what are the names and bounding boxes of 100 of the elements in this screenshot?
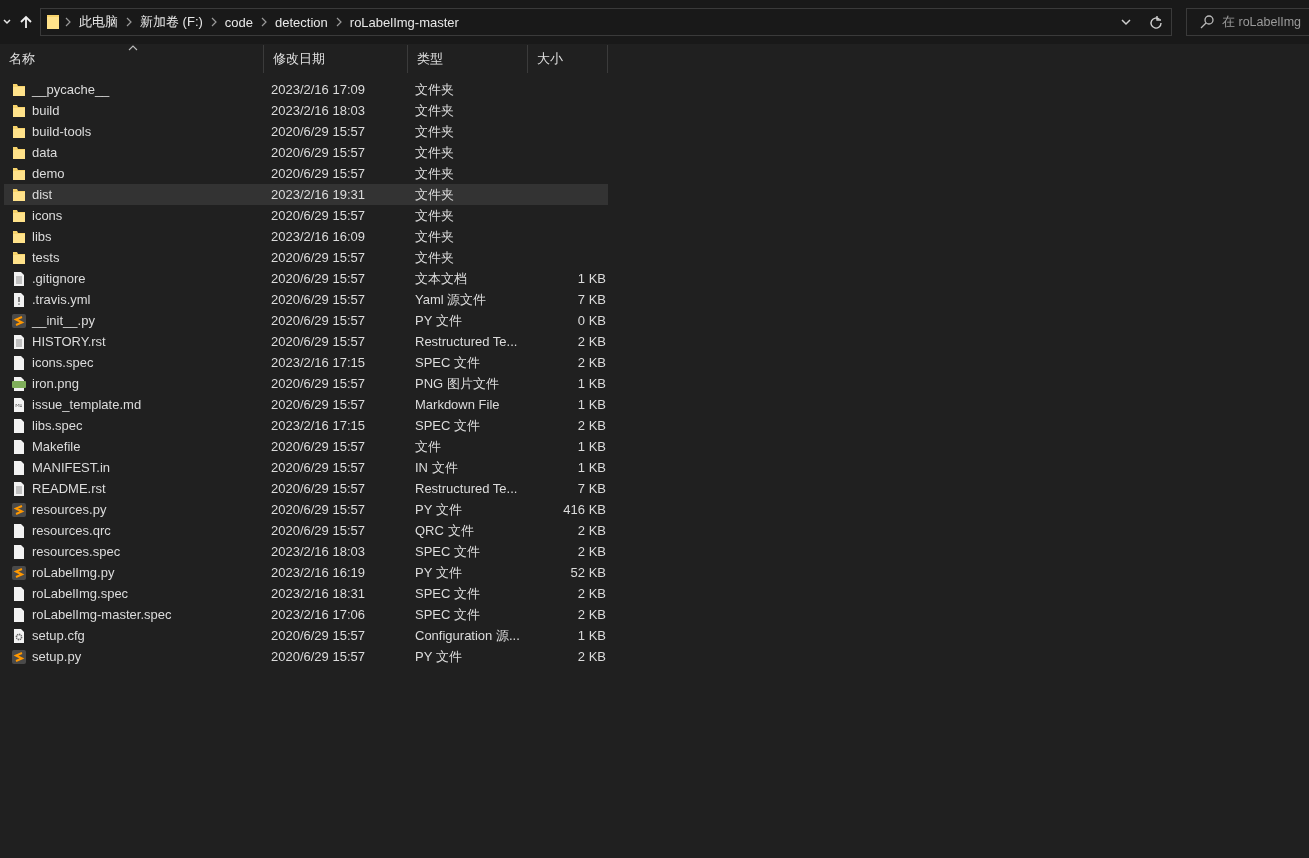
file-row[interactable]: __pycache__ 2023/2/16 17:09 文件夹 — [4, 79, 608, 100]
file-row[interactable]: resources.py 2020/6/29 15:57 PY 文件 416 KB — [4, 499, 608, 520]
file-row[interactable]: .travis.yml 2020/6/29 15:57 Yaml 源文件 7 KB — [4, 289, 608, 310]
file-name: __pycache__ — [32, 82, 110, 97]
file-type: 文件夹 — [414, 227, 455, 246]
file-row[interactable]: build 2023/2/16 18:03 文件夹 — [4, 100, 608, 121]
file-size: 52 KB — [569, 565, 607, 580]
modified-date: 2023/2/16 18:03 — [270, 544, 366, 559]
file-name: libs — [32, 229, 52, 244]
file-name: .travis.yml — [32, 292, 91, 307]
file-type: PY 文件 — [414, 647, 463, 666]
file-type: Restructured Te... — [414, 481, 519, 496]
modified-date: 2020/6/29 15:57 — [270, 649, 366, 664]
file-name: Makefile — [32, 439, 81, 454]
file-row[interactable]: icons 2020/6/29 15:57 文件夹 — [4, 205, 608, 226]
modified-date: 2020/6/29 15:57 — [270, 271, 366, 286]
file-size: 2 KB — [576, 544, 607, 559]
file-type: 文件夹 — [414, 164, 455, 183]
file-row[interactable]: __init__.py 2020/6/29 15:57 PY 文件 0 KB — [4, 310, 608, 331]
modified-date: 2020/6/29 15:57 — [270, 439, 366, 454]
file-type: 文件夹 — [414, 80, 455, 99]
file-row[interactable]: .gitignore 2020/6/29 15:57 文本文档 1 KB — [4, 268, 608, 289]
file-name: roLabelImg.py — [32, 565, 115, 580]
file-row[interactable]: MANIFEST.in 2020/6/29 15:57 IN 文件 1 KB — [4, 457, 608, 478]
file-type: SPEC 文件 — [414, 416, 481, 435]
sublime-file-icon — [11, 564, 27, 581]
file-row[interactable]: resources.spec 2023/2/16 18:03 SPEC 文件 2 KB — [4, 541, 608, 562]
file-name: MANIFEST.in — [32, 460, 110, 475]
image-file-icon — [11, 375, 27, 392]
address-bar[interactable]: 此电脑 新加卷 (F:) code detection roLabelImg-master — [40, 8, 1172, 36]
file-type: 文件 — [414, 437, 442, 456]
file-row[interactable]: setup.cfg 2020/6/29 15:57 Configuration 源... 1 KB — [4, 625, 608, 646]
file-name: build-tools — [32, 124, 92, 139]
file-row[interactable]: demo 2020/6/29 15:57 文件夹 — [4, 163, 608, 184]
breadcrumb[interactable]: code — [220, 14, 258, 30]
breadcrumb[interactable]: detection — [271, 14, 332, 30]
folder-icon — [11, 228, 27, 245]
column-header[interactable]: 修改日期 — [264, 45, 408, 73]
modified-date: 2020/6/29 15:57 — [270, 376, 366, 391]
file-type: SPEC 文件 — [414, 353, 481, 372]
markdown-file-icon — [11, 396, 27, 413]
file-row[interactable]: tests 2020/6/29 15:57 文件夹 — [4, 247, 608, 268]
file-row[interactable]: HISTORY.rst 2020/6/29 15:57 Restructured Te... 2 KB — [4, 331, 608, 352]
file-row[interactable]: roLabelImg.py 2023/2/16 16:19 PY 文件 52 KB — [4, 562, 608, 583]
file-type: 文件夹 — [414, 185, 455, 204]
file-type: Yaml 源文件 — [414, 290, 488, 309]
file-type: PY 文件 — [414, 563, 463, 582]
search-box[interactable]: 在 roLabelImg — [1186, 8, 1309, 36]
text-file-icon — [11, 333, 27, 350]
file-row[interactable]: README.rst 2020/6/29 15:57 Restructured Te... 7 KB — [4, 478, 608, 499]
search-icon — [1199, 14, 1215, 30]
file-row[interactable]: build-tools 2020/6/29 15:57 文件夹 — [4, 121, 608, 142]
file-name: README.rst — [32, 481, 106, 496]
modified-date: 2023/2/16 17:15 — [270, 355, 366, 370]
file-type: PNG 图片文件 — [414, 374, 500, 393]
file-row[interactable]: dist 2023/2/16 19:31 文件夹 — [4, 184, 608, 205]
breadcrumb[interactable]: 新加卷 (F:) — [136, 13, 207, 31]
file-row[interactable]: iron.png 2020/6/29 15:57 PNG 图片文件 1 KB — [4, 373, 608, 394]
sublime-file-icon — [11, 501, 27, 518]
file-row[interactable]: roLabelImg.spec 2023/2/16 18:31 SPEC 文件 2 KB — [4, 583, 608, 604]
file-icon — [11, 417, 27, 434]
file-row[interactable]: setup.py 2020/6/29 15:57 PY 文件 2 KB — [4, 646, 608, 667]
file-name: dist — [32, 187, 53, 202]
search-input[interactable]: 在 roLabelImg — [1222, 15, 1308, 29]
column-header[interactable]: 类型 — [408, 45, 528, 73]
file-row[interactable]: libs.spec 2023/2/16 17:15 SPEC 文件 2 KB — [4, 415, 608, 436]
file-row[interactable]: data 2020/6/29 15:57 文件夹 — [4, 142, 608, 163]
folder-icon — [11, 165, 27, 182]
file-row[interactable]: icons.spec 2023/2/16 17:15 SPEC 文件 2 KB — [4, 352, 608, 373]
modified-date: 2020/6/29 15:57 — [270, 166, 366, 181]
file-row[interactable]: issue_template.md 2020/6/29 15:57 Markdown File 1 KB — [4, 394, 608, 415]
breadcrumb[interactable]: roLabelImg-master — [345, 14, 463, 30]
modified-date: 2020/6/29 15:57 — [270, 208, 366, 223]
chevron-icon — [334, 17, 343, 27]
column-header[interactable]: 大小 — [528, 45, 608, 73]
modified-date: 2020/6/29 15:57 — [270, 481, 366, 496]
file-name: setup.py — [32, 649, 82, 664]
file-type: Restructured Te... — [414, 334, 519, 349]
file-size: 1 KB — [576, 439, 607, 454]
folder-icon — [11, 186, 27, 203]
file-type: 文件夹 — [414, 101, 455, 120]
file-row[interactable]: roLabelImg-master.spec 2023/2/16 17:06 SPEC 文件 2 KB — [4, 604, 608, 625]
file-name: HISTORY.rst — [32, 334, 106, 349]
file-icon — [11, 543, 27, 560]
breadcrumb[interactable]: 此电脑 — [75, 13, 122, 31]
column-header[interactable]: 名称 — [0, 45, 264, 73]
file-row[interactable]: libs 2023/2/16 16:09 文件夹 — [4, 226, 608, 247]
file-name: build — [32, 103, 60, 118]
file-type: SPEC 文件 — [414, 584, 481, 603]
file-row[interactable]: Makefile 2020/6/29 15:57 文件 1 KB — [4, 436, 608, 457]
file-row[interactable]: resources.qrc 2020/6/29 15:57 QRC 文件 2 KB — [4, 520, 608, 541]
file-type: SPEC 文件 — [414, 605, 481, 624]
file-size: 2 KB — [576, 418, 607, 433]
file-type: 文本文档 — [414, 269, 468, 288]
modified-date: 2020/6/29 15:57 — [270, 460, 366, 475]
file-name: resources.py — [32, 502, 107, 517]
folder-icon — [11, 123, 27, 140]
modified-date: 2023/2/16 17:06 — [270, 607, 366, 622]
caret-icon — [1121, 17, 1131, 27]
modified-date: 2023/2/16 17:09 — [270, 82, 366, 97]
